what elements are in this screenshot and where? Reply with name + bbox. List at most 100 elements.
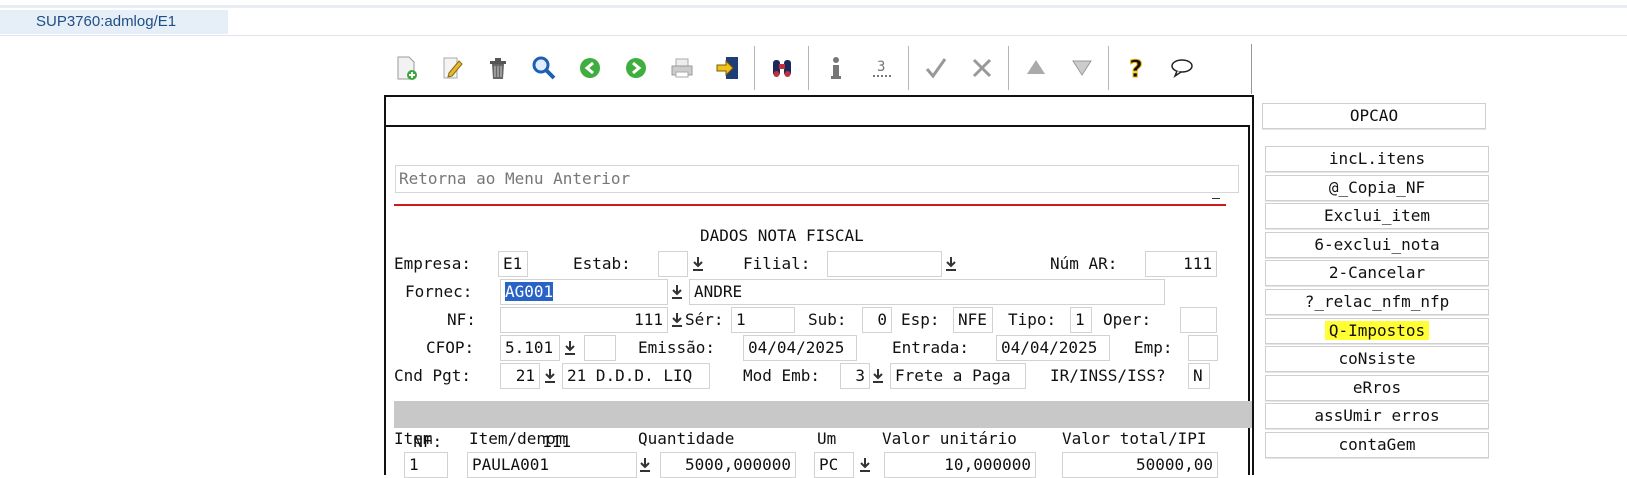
count-icon[interactable]: 3 (860, 44, 904, 92)
row-denom[interactable]: PAULA001 (467, 452, 637, 478)
estab-dropdown-icon[interactable] (689, 252, 707, 276)
option-contagem[interactable]: contaGem (1265, 432, 1489, 458)
option-consiste[interactable]: coNsiste (1265, 346, 1489, 372)
fornec-dropdown-icon[interactable] (668, 280, 686, 304)
row-um[interactable]: PC (814, 452, 854, 478)
trash-icon[interactable] (476, 44, 520, 92)
filial-label: Filial: (743, 254, 811, 273)
option-exclui-nota[interactable]: 6-exclui_nota (1265, 232, 1489, 258)
option-assumir-erros[interactable]: assUmir erros (1265, 403, 1489, 429)
ser-label: Sér: (685, 310, 724, 329)
col-item-denom: Item/denom (469, 429, 566, 448)
check-icon[interactable] (914, 44, 958, 92)
cnd-pgt-dropdown-icon[interactable] (541, 364, 559, 388)
toolbar-separator (908, 46, 909, 90)
cnd-pgt-desc: 21 D.D.D. LIQ (562, 363, 710, 389)
chat-icon[interactable] (1160, 44, 1204, 92)
toolbar-separator (754, 46, 755, 90)
nf-label: NF: (447, 310, 476, 329)
row-denom-dropdown-icon[interactable] (636, 453, 654, 477)
help-icon[interactable]: ? (1114, 44, 1158, 92)
next-icon[interactable] (614, 44, 658, 92)
emissao-field[interactable]: 04/04/2025 (743, 335, 857, 361)
edit-icon[interactable] (430, 44, 474, 92)
opcao-header: OPCAO (1262, 103, 1486, 129)
cancel-icon[interactable] (960, 44, 1004, 92)
down-arrow-icon[interactable] (1060, 44, 1104, 92)
esp-field[interactable]: NFE (953, 307, 993, 333)
cfop-dropdown-icon[interactable] (561, 336, 579, 360)
mod-emb-field[interactable]: 3 (840, 363, 870, 389)
empresa-label: Empresa: (394, 254, 472, 273)
option-q-impostos[interactable]: Q-Impostos (1265, 318, 1489, 344)
tab-divider (0, 35, 1627, 36)
ir-inss-iss-field[interactable]: N (1188, 363, 1210, 389)
ir-inss-iss-label: IR/INSS/ISS? (1050, 366, 1166, 385)
option-erros[interactable]: eRros (1265, 375, 1489, 401)
entrada-field[interactable]: 04/04/2025 (996, 335, 1110, 361)
num-ar-field[interactable]: 111 (1145, 251, 1217, 277)
row-item[interactable]: 1 (404, 452, 448, 478)
col-quantidade: Quantidade (638, 429, 735, 448)
col-valor-unitario: Valor unitário (882, 429, 1017, 448)
exit-icon[interactable] (706, 44, 750, 92)
nf-dropdown-icon[interactable] (668, 308, 686, 332)
sub-label: Sub: (808, 310, 847, 329)
cnd-pgt-field[interactable]: 21 (500, 363, 540, 389)
option-exclui-item[interactable]: Exclui_item (1265, 203, 1489, 229)
col-item: Item (394, 429, 433, 448)
cursor-mark (1212, 198, 1220, 199)
search-icon[interactable] (522, 44, 566, 92)
tipo-field[interactable]: 1 (1070, 307, 1092, 333)
col-um: Um (817, 429, 837, 448)
sub-field[interactable]: 0 (862, 307, 892, 333)
row-quantidade[interactable]: 5000,000000 (660, 452, 796, 478)
svg-text:?: ? (1129, 55, 1143, 82)
estab-label: Estab: (573, 254, 631, 273)
fornec-label: Fornec: (405, 282, 473, 301)
row-valor-unitario[interactable]: 10,000000 (884, 452, 1036, 478)
cnd-pgt-label: Cnd Pgt: (394, 366, 472, 385)
option-relac-nfm-nfp[interactable]: ?_relac_nfm_nfp (1265, 289, 1489, 315)
toolbar-separator (1108, 46, 1109, 90)
filial-dropdown-icon[interactable] (942, 252, 960, 276)
nf-summary-bar: NF: 111 (394, 401, 1252, 451)
option-copia-nf[interactable]: @_Copia_NF (1265, 175, 1489, 201)
row-um-dropdown-icon[interactable] (856, 453, 874, 477)
form-title: DADOS NOTA FISCAL (700, 226, 864, 245)
new-doc-icon[interactable] (384, 44, 428, 92)
fornec-value: AG001 (505, 282, 554, 301)
message-bar: Retorna ao Menu Anterior (395, 165, 1239, 193)
prev-icon[interactable] (568, 44, 612, 92)
q-impostos-label: Q-Impostos (1324, 321, 1430, 340)
print-icon[interactable] (660, 44, 704, 92)
toolbar-separator (1008, 46, 1009, 90)
tab-sup3760[interactable]: SUP3760:admlog/E1 (0, 10, 228, 34)
empresa-field[interactable]: E1 (498, 251, 528, 277)
estab-field[interactable] (658, 251, 688, 277)
cfop-extra-field[interactable] (584, 335, 616, 361)
row-valor-total[interactable]: 50000,00 (1062, 452, 1218, 478)
emp-label: Emp: (1134, 338, 1173, 357)
binoculars-icon[interactable] (760, 44, 804, 92)
top-divider (0, 5, 1627, 8)
col-valor-total: Valor total/IPI (1062, 429, 1207, 448)
up-arrow-icon[interactable] (1014, 44, 1058, 92)
nf-field[interactable]: 111 (500, 307, 668, 333)
option-cancelar[interactable]: 2-Cancelar (1265, 260, 1489, 286)
mod-emb-dropdown-icon[interactable] (869, 364, 887, 388)
oper-field[interactable] (1180, 307, 1217, 333)
mod-emb-desc: Frete a Paga (890, 363, 1026, 389)
emp-field[interactable] (1188, 335, 1218, 361)
red-divider (394, 204, 1226, 206)
option-incl-itens[interactable]: incL.itens (1265, 146, 1489, 172)
fornec-field[interactable]: AG001 (500, 279, 668, 305)
oper-label: Oper: (1103, 310, 1152, 329)
mod-emb-label: Mod Emb: (743, 366, 821, 385)
toolbar: 3 ? (384, 44, 1252, 94)
info-icon[interactable] (814, 44, 858, 92)
entrada-label: Entrada: (892, 338, 970, 357)
filial-field[interactable] (827, 251, 942, 277)
cfop-field[interactable]: 5.101 (500, 335, 560, 361)
ser-field[interactable]: 1 (731, 307, 795, 333)
